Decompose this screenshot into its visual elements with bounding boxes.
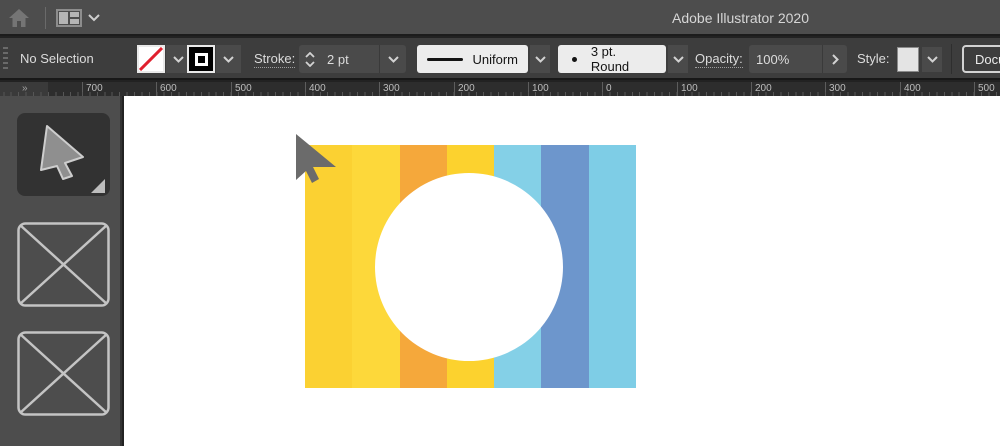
brush-definition-value: 3 pt. Round [591, 44, 656, 74]
selection-status: No Selection [20, 38, 94, 80]
ruler-tick-label: 200 [755, 82, 772, 95]
empty-tool-slot-2[interactable] [17, 331, 110, 416]
arrange-documents-icon [57, 10, 81, 26]
opacity-field: 100% [749, 45, 847, 73]
ruler-major-tick [677, 82, 678, 96]
ruler-major-tick [974, 82, 975, 96]
none-fill-icon [139, 47, 163, 71]
brush-definition-dropdown[interactable]: 3 pt. Round [558, 45, 666, 73]
fill-swatch-none[interactable] [137, 45, 165, 73]
ruler-major-tick [231, 82, 232, 96]
style-label: Style: [857, 51, 890, 66]
ruler-major-tick [602, 82, 603, 96]
ruler-tick-label: 200 [458, 82, 475, 95]
brush-preview-dot-icon [572, 57, 577, 62]
ruler-major-tick [156, 82, 157, 96]
document-canvas[interactable] [124, 96, 1000, 446]
stroke-weight-input[interactable]: 2 pt [320, 45, 379, 73]
controlbar-divider [951, 44, 952, 74]
titlebar-divider [45, 7, 46, 29]
arrange-documents-button[interactable] [56, 9, 100, 27]
chevron-up-icon [305, 52, 315, 58]
chevron-down-icon [305, 61, 315, 67]
chevron-right-icon [832, 54, 839, 65]
ruler-tick-label: 500 [978, 82, 995, 95]
chevron-down-icon [223, 56, 234, 63]
panel-overflow-button[interactable]: » [0, 82, 48, 96]
window-title: Adobe Illustrator 2020 [672, 0, 809, 36]
width-profile-dropdown[interactable]: Uniform [417, 45, 528, 73]
fill-control [137, 45, 191, 73]
home-button[interactable] [8, 8, 30, 28]
chevron-down-icon [388, 56, 399, 63]
artwork-stripe-7[interactable] [589, 145, 636, 388]
stroke-weight-stepper[interactable] [299, 45, 320, 73]
illustrator-window: Adobe Illustrator 2020 No Selection [0, 0, 1000, 446]
ruler-tick-label: 700 [86, 82, 103, 95]
ruler-tick-label: 400 [309, 82, 326, 95]
artwork-stripe-1[interactable] [305, 145, 352, 388]
placeholder-x-icon [17, 331, 110, 416]
chevron-down-icon [89, 15, 99, 20]
horizontal-ruler[interactable]: » 700 600 500 400 300 200 100 0 100 200 300 400 500 [0, 82, 1000, 96]
stroke-weight-dropdown-button[interactable] [379, 45, 406, 73]
tool-flyout-corner-icon [91, 179, 105, 193]
stroke-panel-link[interactable]: Stroke: [254, 51, 295, 68]
ruler-tick-label: 100 [681, 82, 698, 95]
selection-tool-button[interactable] [17, 113, 110, 196]
ruler-tick-label: 300 [829, 82, 846, 95]
ruler-major-tick [82, 82, 83, 96]
home-icon [8, 8, 30, 28]
style-swatch[interactable] [897, 47, 919, 72]
opacity-expand-button[interactable] [822, 45, 847, 73]
chevron-down-icon [927, 56, 938, 63]
ruler-major-tick [825, 82, 826, 96]
control-bar: No Selection [0, 38, 1000, 80]
brush-definition-dropdown-button[interactable] [668, 45, 688, 73]
stroke-weight-field: 2 pt [299, 45, 406, 73]
ruler-major-tick [379, 82, 380, 96]
chevron-down-icon [535, 56, 546, 63]
stroke-swatch[interactable] [187, 45, 215, 73]
ruler-major-tick [751, 82, 752, 96]
width-profile-value: Uniform [472, 52, 518, 67]
title-bar: Adobe Illustrator 2020 [0, 0, 1000, 36]
ruler-tick-label: 500 [235, 82, 252, 95]
empty-tool-slot-1[interactable] [17, 222, 110, 307]
panel-grip-handle[interactable] [3, 47, 8, 71]
style-dropdown-button[interactable] [922, 47, 942, 72]
ruler-tick-label: 600 [160, 82, 177, 95]
placeholder-x-icon [17, 222, 110, 307]
ruler-tick-label: 0 [606, 82, 612, 95]
artboard-artwork[interactable] [305, 145, 636, 388]
opacity-panel-link[interactable]: Opacity: [695, 51, 743, 68]
chevron-down-icon [673, 56, 684, 63]
artwork-circle[interactable] [375, 173, 563, 361]
width-profile-dropdown-button[interactable] [530, 45, 550, 73]
ruler-major-tick [305, 82, 306, 96]
selection-arrow-icon [41, 126, 83, 179]
ruler-tick-label: 100 [532, 82, 549, 95]
ruler-tick-label: 300 [383, 82, 400, 95]
ruler-major-tick [454, 82, 455, 96]
chevron-down-icon [173, 56, 184, 63]
document-setup-button[interactable]: Docu [962, 45, 1000, 73]
tool-panel [0, 96, 122, 446]
uniform-width-profile-icon [427, 58, 463, 61]
stroke-control [187, 45, 241, 73]
opacity-input[interactable]: 100% [749, 45, 822, 73]
workspace [0, 96, 1000, 446]
ruler-tick-label: 400 [904, 82, 921, 95]
stroke-ring-icon [195, 53, 208, 66]
stroke-dropdown-button[interactable] [216, 45, 241, 73]
ruler-major-tick [528, 82, 529, 96]
ruler-major-tick [900, 82, 901, 96]
